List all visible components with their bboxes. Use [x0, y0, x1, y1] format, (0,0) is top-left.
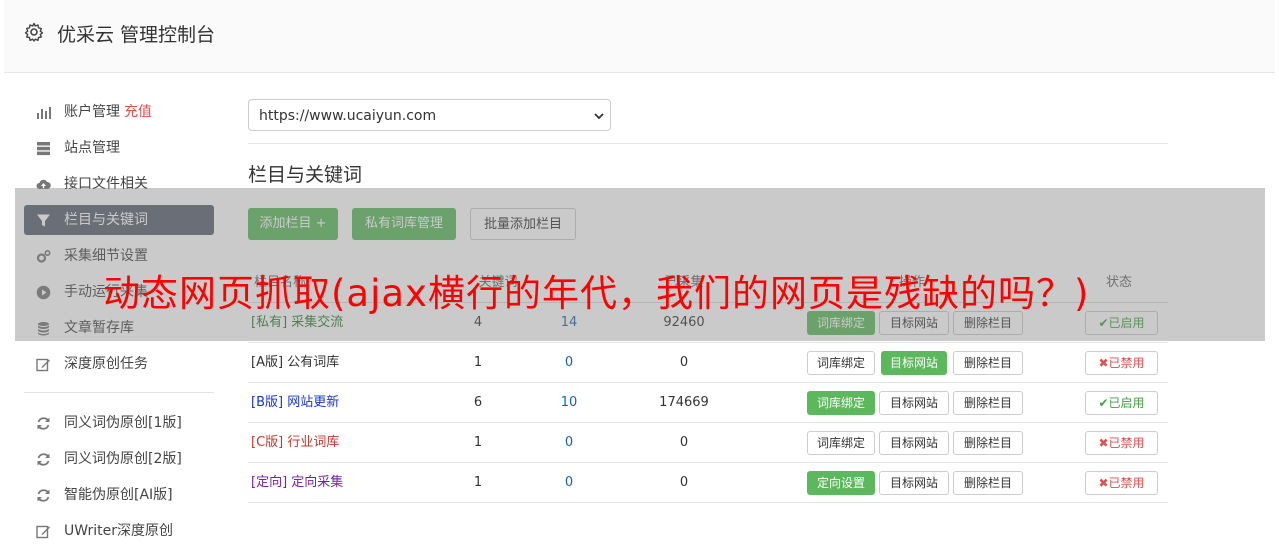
sidebar-item-account[interactable]: 账户管理 充值	[24, 94, 214, 130]
sidebar-item-label: 同义词伪原创[1版]	[64, 415, 182, 431]
keyword-count: 1	[473, 355, 483, 370]
table-row: [定向] 定向采集 1 0 0 定向设置 目标网站 删除栏目 ✖已禁用	[248, 463, 1168, 503]
recharge-link[interactable]: 充值	[124, 104, 152, 120]
top-header: 优采云 管理控制台	[4, 0, 1275, 73]
collected-count: 0	[679, 475, 689, 490]
delete-column-button[interactable]: 删除栏目	[953, 431, 1023, 455]
divider	[248, 143, 1168, 144]
target-site-button[interactable]: 目标网站	[879, 391, 949, 415]
sidebar-item-label: 同义词伪原创[2版]	[64, 451, 182, 467]
app-title: 优采云 管理控制台	[57, 24, 216, 46]
sidebar-item-label: 账户管理	[64, 104, 120, 120]
collected-count: 0	[679, 355, 689, 370]
collected-count: 0	[679, 435, 689, 450]
sidebar-item-synonym-v1[interactable]: 同义词伪原创[1版]	[24, 405, 214, 441]
sidebar-item-label: 站点管理	[64, 140, 120, 156]
close-icon: ✖	[1098, 356, 1109, 370]
column-name[interactable]: [A版] 公有词库	[251, 343, 339, 382]
keyword-count: 1	[473, 475, 483, 490]
column-name[interactable]: [B版] 网站更新	[251, 383, 339, 422]
edit-icon	[36, 525, 50, 539]
sidebar-divider	[24, 392, 214, 393]
target-site-button[interactable]: 目标网站	[881, 351, 947, 375]
site-select[interactable]: https://www.ucaiyun.com	[248, 99, 611, 131]
close-icon: ✖	[1098, 436, 1109, 450]
sidebar-item-sites[interactable]: 站点管理	[24, 130, 214, 166]
keyword-link[interactable]: 0	[539, 343, 599, 382]
status-toggle[interactable]: ✖已禁用	[1085, 351, 1158, 375]
directed-settings-button[interactable]: 定向设置	[807, 471, 875, 495]
delete-column-button[interactable]: 删除栏目	[953, 471, 1023, 495]
sidebar-item-ai-original[interactable]: 智能伪原创[AI版]	[24, 477, 214, 513]
edit-icon	[36, 358, 50, 372]
check-icon: ✔	[1098, 396, 1109, 410]
sidebar-item-synonym-v2[interactable]: 同义词伪原创[2版]	[24, 441, 214, 477]
sidebar-item-label: UWriter深度原创	[64, 523, 173, 539]
section-title: 栏目与关键词	[248, 164, 363, 186]
close-icon: ✖	[1098, 476, 1109, 490]
server-icon	[37, 142, 50, 156]
delete-column-button[interactable]: 删除栏目	[953, 351, 1023, 375]
overlay-caption: 动态网页抓取(ajax横行的年代，我们的网页是残缺的吗？)	[103, 272, 1090, 315]
keyword-count: 6	[473, 395, 483, 410]
chevron-down-icon	[594, 113, 604, 120]
bind-lib-button[interactable]: 词库绑定	[807, 391, 875, 415]
target-site-button[interactable]: 目标网站	[879, 471, 949, 495]
status-toggle[interactable]: ✔已启用	[1085, 391, 1158, 415]
target-site-button[interactable]: 目标网站	[879, 431, 949, 455]
keyword-count: 1	[473, 435, 483, 450]
table-row: [A版] 公有词库 1 0 0 词库绑定 目标网站 删除栏目 ✖已禁用	[248, 343, 1168, 383]
bind-lib-button[interactable]: 词库绑定	[807, 351, 875, 375]
site-select-value: https://www.ucaiyun.com	[259, 108, 437, 124]
bar-chart-icon	[37, 107, 51, 119]
sidebar-item-label: 深度原创任务	[64, 356, 148, 372]
refresh-icon	[37, 489, 50, 502]
collected-count: 174669	[659, 395, 709, 410]
keyword-link[interactable]: 0	[539, 463, 599, 502]
sidebar-item-label: 智能伪原创[AI版]	[64, 487, 173, 503]
table-row: [C版] 行业词库 1 0 0 词库绑定 目标网站 删除栏目 ✖已禁用	[248, 423, 1168, 463]
delete-column-button[interactable]: 删除栏目	[953, 391, 1023, 415]
keyword-link[interactable]: 10	[539, 383, 599, 422]
column-name[interactable]: [定向] 定向采集	[251, 463, 343, 502]
bind-lib-button[interactable]: 词库绑定	[807, 431, 875, 455]
sidebar-item-uwriter[interactable]: UWriter深度原创	[24, 513, 214, 549]
gear-icon	[24, 22, 44, 42]
keyword-link[interactable]: 0	[539, 423, 599, 462]
table-row: [B版] 网站更新 6 10 174669 词库绑定 目标网站 删除栏目 ✔已启…	[248, 383, 1168, 423]
refresh-icon	[37, 417, 50, 430]
sidebar-item-deep-original[interactable]: 深度原创任务	[24, 346, 214, 382]
status-toggle[interactable]: ✖已禁用	[1085, 431, 1158, 455]
column-name[interactable]: [C版] 行业词库	[251, 423, 339, 462]
status-toggle[interactable]: ✖已禁用	[1085, 471, 1158, 495]
refresh-icon	[37, 453, 50, 466]
